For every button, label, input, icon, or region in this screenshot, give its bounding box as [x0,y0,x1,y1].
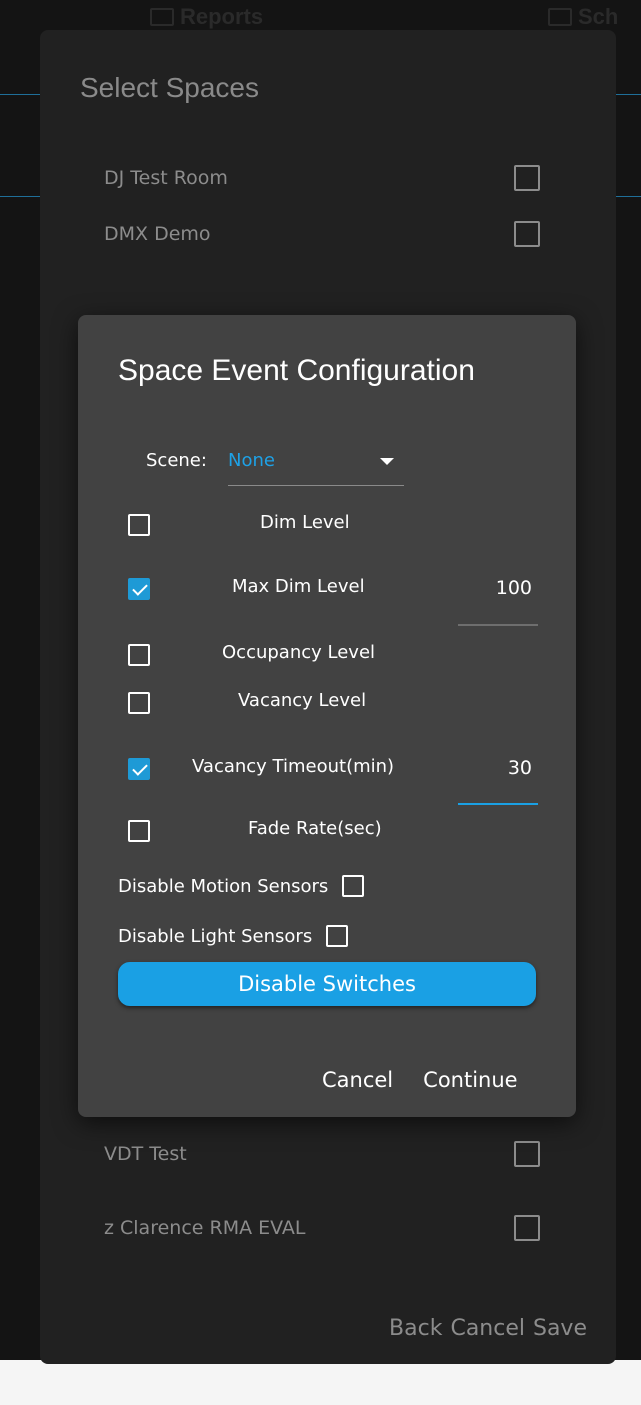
space-checkbox[interactable] [514,1141,540,1167]
tab-reports[interactable]: Reports [150,4,263,30]
space-label: VDT Test [104,1143,187,1165]
save-button[interactable]: Save [533,1316,587,1341]
space-row-z-clarence-rma-eval[interactable]: z Clarence RMA EVAL [104,1208,544,1248]
space-checkbox[interactable] [514,1215,540,1241]
space-row-dmx-demo[interactable]: DMX Demo [104,214,544,254]
space-label: DMX Demo [104,223,211,245]
dim-level-checkbox[interactable] [128,514,150,536]
max-dim-level-checkbox[interactable] [128,578,150,600]
select-spaces-title: Select Spaces [80,72,259,103]
option-label: Vacancy Timeout(min) [192,756,395,777]
disable-motion-sensors-checkbox[interactable] [342,875,365,897]
option-label: Occupancy Level [222,642,376,663]
vacancy-level-checkbox[interactable] [128,692,150,714]
cancel-button[interactable]: Cancel [450,1316,525,1341]
space-label: z Clarence RMA EVAL [104,1217,306,1239]
max-dim-level-input[interactable]: 100 [472,577,532,599]
option-fade-rate: Fade Rate(sec) [128,818,538,850]
space-checkbox[interactable] [514,221,540,247]
continue-button[interactable]: Continue [423,1068,517,1092]
disable-motion-sensors-label: Disable Motion Sensors [118,875,329,897]
fade-rate-checkbox[interactable] [128,820,150,842]
disable-light-sensors-label: Disable Light Sensors [118,925,313,947]
option-label: Dim Level [260,512,350,533]
space-checkbox[interactable] [514,165,540,191]
scene-select[interactable]: None [228,444,404,486]
option-dim-level: Dim Level [128,512,538,544]
space-label: DJ Test Room [104,167,228,189]
occupancy-level-checkbox[interactable] [128,644,150,666]
disable-motion-sensors-row: Disable Motion Sensors [118,870,365,902]
disable-switches-button[interactable]: Disable Switches [118,962,536,1006]
calendar-icon [548,8,572,26]
option-label: Fade Rate(sec) [248,818,382,839]
dialog-actions: Cancel Continue [322,1068,518,1092]
scene-value: None [228,450,275,471]
caret-down-icon [380,458,394,465]
vacancy-timeout-checkbox[interactable] [128,758,150,780]
space-row-vdt-test[interactable]: VDT Test [104,1134,544,1174]
max-dim-level-underline [458,624,538,626]
disable-light-sensors-checkbox[interactable] [326,925,349,947]
option-label: Max Dim Level [232,576,365,597]
vacancy-timeout-underline [458,803,538,805]
option-label: Vacancy Level [238,690,367,711]
tab-schedule[interactable]: Sch [548,4,618,30]
dialog-title: Space Event Configuration [118,354,475,387]
disable-light-sensors-row: Disable Light Sensors [118,920,349,952]
tab-reports-label: Reports [180,4,264,29]
scene-label: Scene: [146,450,207,471]
select-spaces-actions: Back Cancel Save [389,1316,587,1341]
tab-schedule-label: Sch [578,4,619,29]
bar-chart-icon [150,8,174,26]
cancel-button[interactable]: Cancel [322,1068,393,1092]
vacancy-timeout-input[interactable]: 30 [472,757,532,779]
option-occupancy-level: Occupancy Level [128,642,538,674]
space-row-dj-test-room[interactable]: DJ Test Room [104,158,544,198]
back-button[interactable]: Back [389,1316,442,1341]
option-vacancy-level: Vacancy Level [128,690,538,722]
